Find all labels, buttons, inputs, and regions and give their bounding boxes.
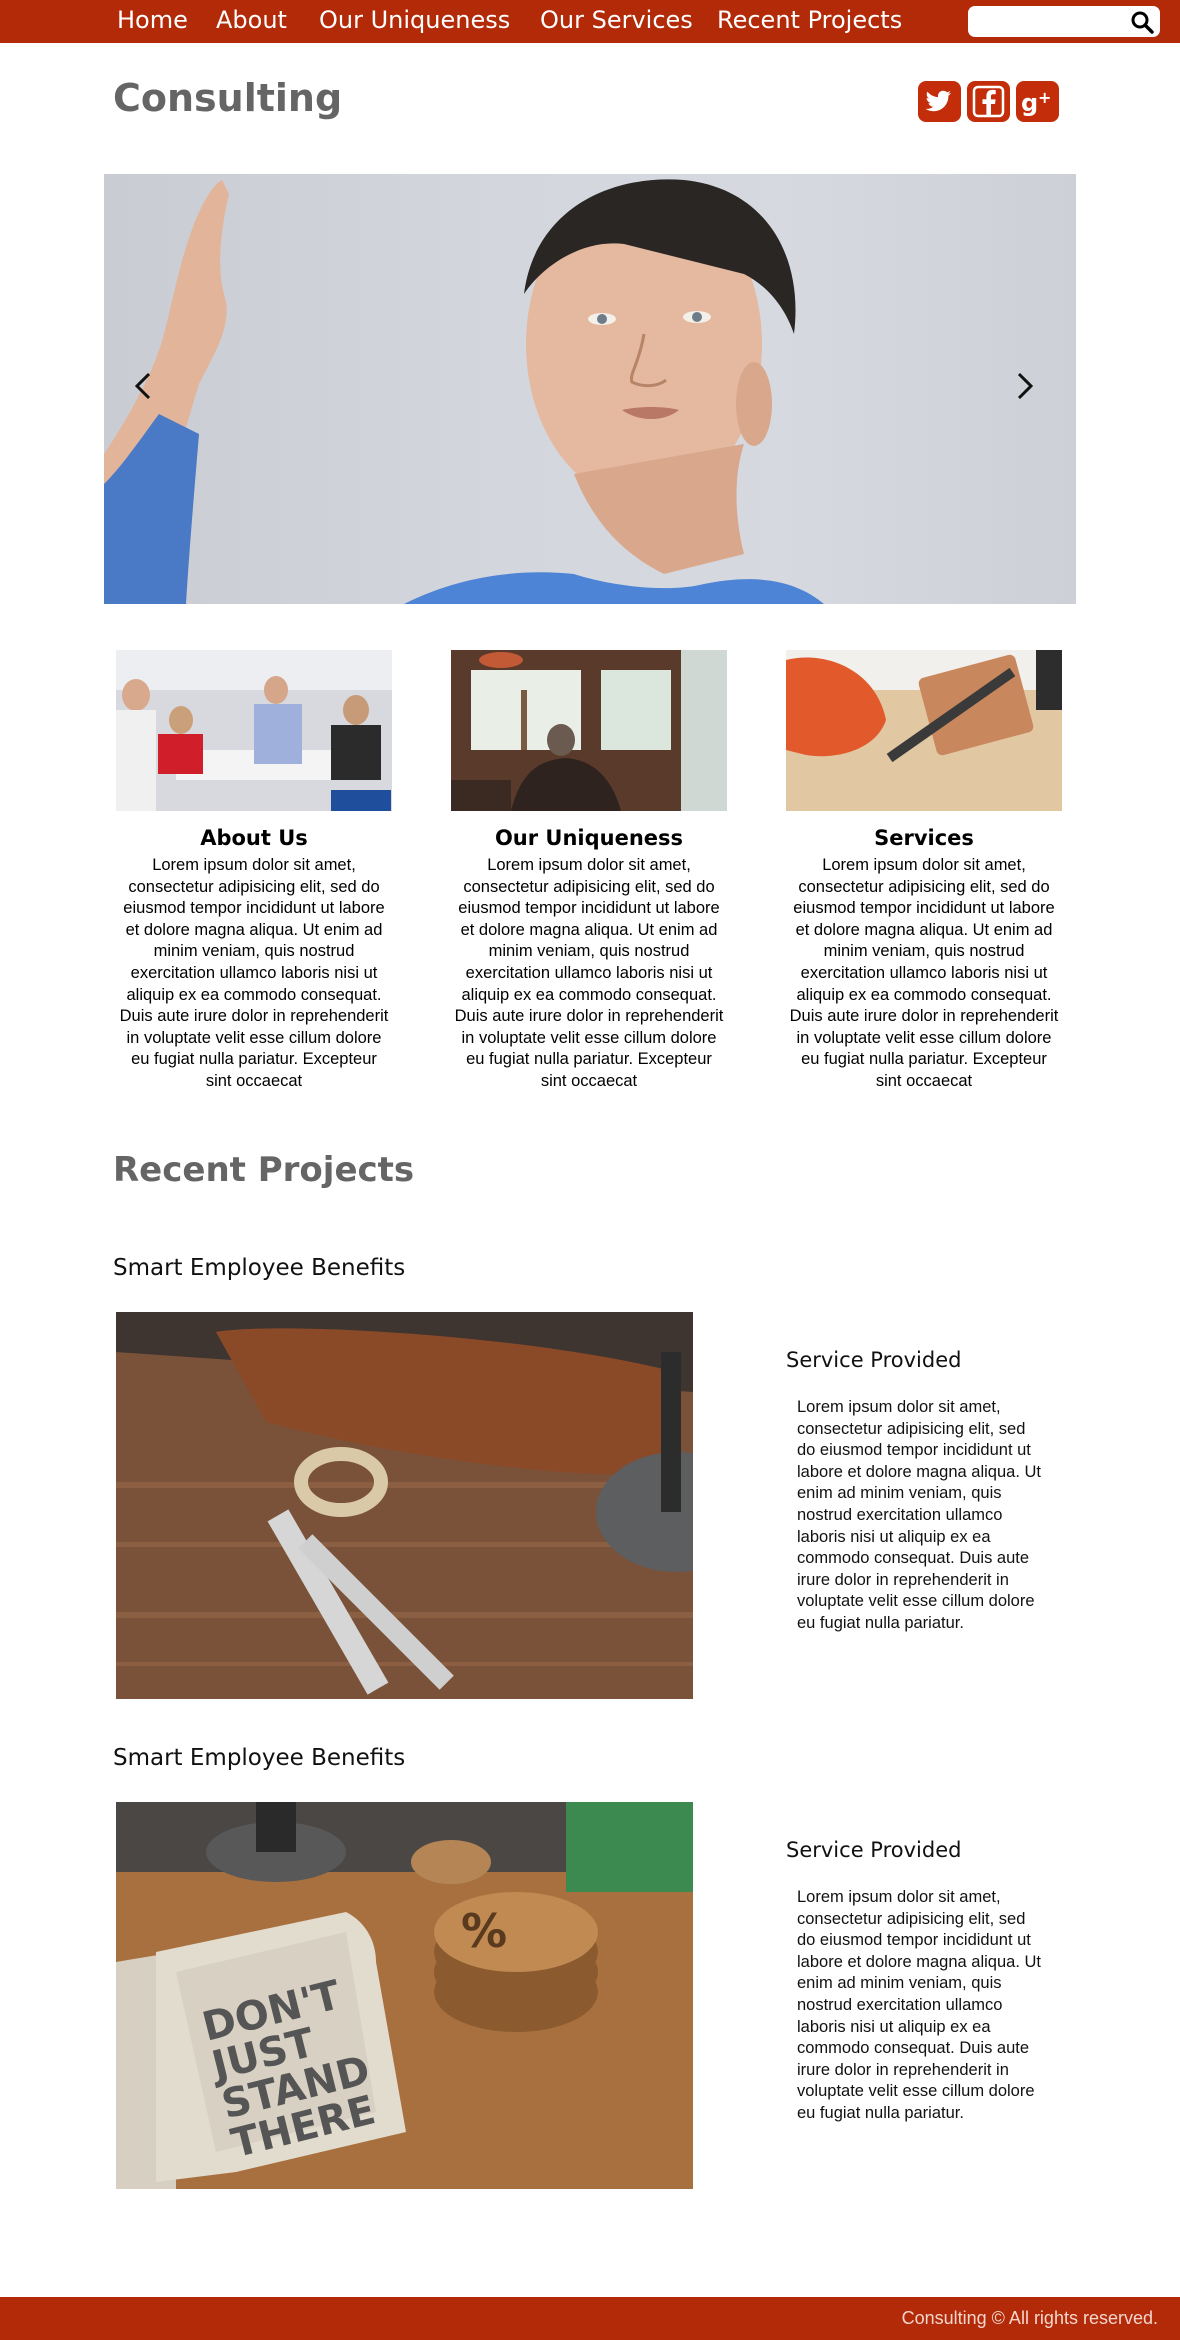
facebook-button[interactable] — [967, 81, 1010, 122]
services-text: Lorem ipsum dolor sit amet, consectetur … — [789, 856, 1059, 1090]
hero-slider[interactable] — [104, 174, 1076, 604]
copyright-text: Consulting © All rights reserved. — [901, 2308, 1158, 2328]
project-title: Smart Employee Benefits — [113, 1745, 406, 1771]
twitter-button[interactable] — [918, 81, 961, 122]
service-provided-text: Lorem ipsum dolor sit amet, consectetur … — [797, 1888, 1041, 2122]
about-us-text: Lorem ipsum dolor sit amet, consectetur … — [119, 856, 389, 1090]
nav-our-uniqueness[interactable]: Our Uniqueness — [319, 4, 510, 36]
svg-text:%: % — [461, 1904, 507, 1958]
footer: Consulting © All rights reserved. — [0, 2297, 1180, 2340]
services-image — [786, 650, 1062, 811]
top-nav: Home About Our Uniqueness Our Services R… — [0, 0, 1180, 43]
recent-projects-title: Recent Projects — [113, 1150, 415, 1190]
service-provided-heading: Service Provided — [786, 1348, 962, 1372]
project-title: Smart Employee Benefits — [113, 1255, 406, 1281]
site-title: Consulting — [113, 76, 343, 120]
chevron-left-icon[interactable] — [124, 366, 164, 406]
services-title: Services — [874, 826, 974, 850]
about-us-image — [116, 650, 392, 811]
nav-recent-projects[interactable]: Recent Projects — [717, 4, 902, 36]
about-us-title: About Us — [200, 826, 308, 850]
facebook-icon — [972, 85, 1005, 118]
nav-about[interactable]: About — [216, 4, 287, 36]
chevron-right-icon[interactable] — [1004, 366, 1044, 406]
our-uniqueness-image — [451, 650, 727, 811]
our-uniqueness-text: Lorem ipsum dolor sit amet, consectetur … — [454, 856, 724, 1090]
service-provided-heading: Service Provided — [786, 1838, 962, 1862]
search-box — [968, 6, 1160, 37]
google-plus-button[interactable]: g + — [1016, 81, 1059, 122]
nav-home[interactable]: Home — [117, 4, 188, 36]
google-plus-icon: g + — [1021, 88, 1051, 117]
service-provided-text: Lorem ipsum dolor sit amet, consectetur … — [797, 1398, 1041, 1632]
our-uniqueness-title: Our Uniqueness — [494, 826, 684, 850]
nav-our-services[interactable]: Our Services — [540, 4, 693, 36]
search-input[interactable] — [976, 10, 1116, 33]
twitter-icon — [925, 90, 951, 112]
hero-image — [104, 179, 824, 604]
svg-text:g: g — [1021, 89, 1038, 117]
svg-text:+: + — [1038, 88, 1051, 107]
project-image: % DON'T JUST STAND THERE — [116, 1802, 693, 2189]
search-icon[interactable] — [1130, 10, 1154, 34]
project-image — [116, 1312, 693, 1699]
